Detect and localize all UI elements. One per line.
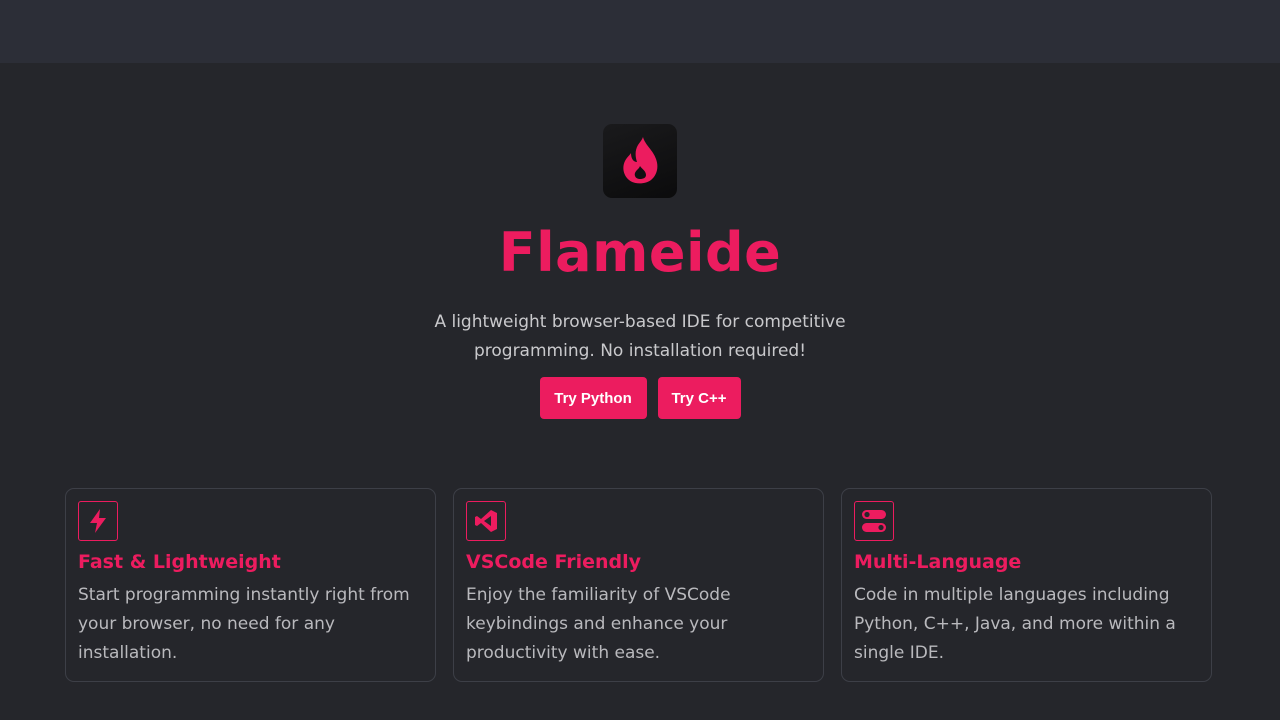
- feature-description: Start programming instantly right from y…: [78, 585, 410, 663]
- try-cpp-button[interactable]: Try C++: [657, 377, 741, 419]
- flame-logo: [603, 124, 677, 198]
- feature-title: Fast & Lightweight: [78, 551, 281, 573]
- flame-icon: [623, 137, 658, 184]
- feature-description: Code in multiple languages including Pyt…: [854, 585, 1176, 663]
- feature-card-multilang: Multi-Language Code in multiple language…: [841, 488, 1212, 682]
- toggle-icon: [854, 501, 894, 541]
- vscode-icon: [466, 501, 506, 541]
- top-bar: [0, 0, 1280, 63]
- cta-buttons: Try Python Try C++: [0, 377, 1280, 419]
- feature-card-fast: Fast & Lightweight Start programming ins…: [65, 488, 436, 682]
- feature-title: Multi-Language: [854, 551, 1022, 573]
- feature-card-vscode: VSCode Friendly Enjoy the familiarity of…: [453, 488, 824, 682]
- app-tagline: A lightweight browser-based IDE for comp…: [434, 312, 846, 361]
- feature-title: VSCode Friendly: [466, 551, 642, 573]
- try-python-button[interactable]: Try Python: [539, 377, 647, 419]
- feature-cards: Fast & Lightweight Start programming ins…: [65, 488, 1215, 682]
- app-title: Flameide: [498, 221, 782, 284]
- lightning-icon: [78, 501, 118, 541]
- feature-description: Enjoy the familiarity of VSCode keybindi…: [466, 585, 731, 663]
